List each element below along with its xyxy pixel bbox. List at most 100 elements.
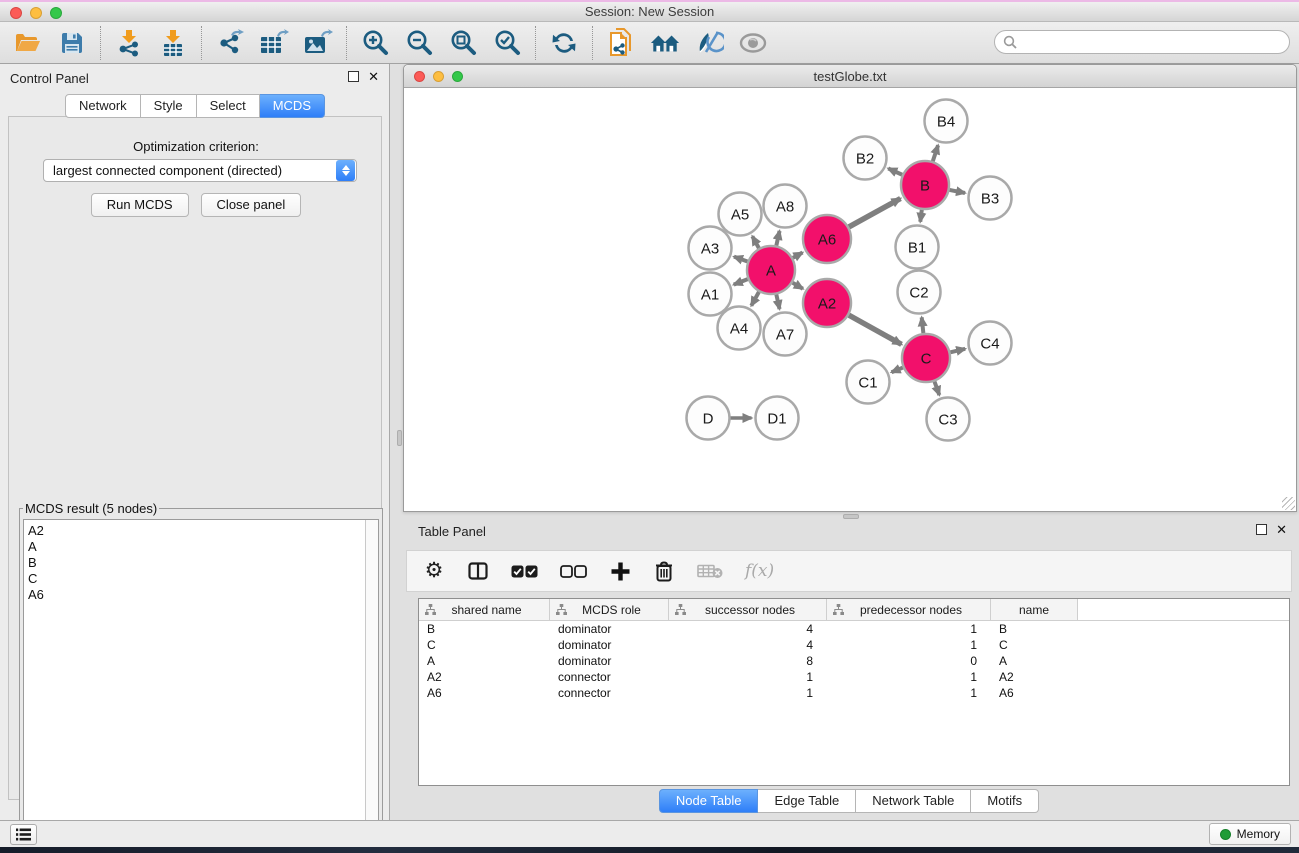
edge-B-B1[interactable]	[920, 210, 922, 222]
maximize-window-button[interactable]	[50, 7, 62, 19]
tab-motifs[interactable]: Motifs	[971, 789, 1039, 813]
graph-node-C4[interactable]: C4	[969, 322, 1012, 365]
graph-node-A5[interactable]: A5	[719, 193, 762, 236]
node-table[interactable]: shared nameMCDS rolesuccessor nodesprede…	[418, 598, 1290, 786]
import-table-icon[interactable]	[158, 28, 188, 58]
table-cell[interactable]: A6	[991, 686, 1078, 700]
network-canvas[interactable]: B4B2BB3A8A5A6A3B1AA1C2A2A4A7C4CC1DD1C3	[404, 88, 1296, 511]
optimization-criterion-select[interactable]: largest connected component (directed)	[43, 159, 357, 182]
refresh-icon[interactable]	[549, 28, 579, 58]
graph-node-C2[interactable]: C2	[898, 271, 941, 314]
table-cell[interactable]: C	[991, 638, 1078, 652]
column-header-mcds-role[interactable]: MCDS role	[550, 599, 669, 620]
graph-node-A1[interactable]: A1	[689, 273, 732, 316]
column-header-shared-name[interactable]: shared name	[419, 599, 550, 620]
table-cell[interactable]: 4	[669, 638, 827, 652]
edge-A-A3[interactable]	[734, 257, 747, 262]
function-builder-icon[interactable]: f(x)	[745, 558, 774, 584]
mcds-result-list[interactable]: A2ABCA6	[24, 520, 365, 846]
open-file-icon[interactable]	[13, 28, 43, 58]
edge-C-C3[interactable]	[934, 382, 939, 395]
tab-network-table[interactable]: Network Table	[856, 789, 971, 813]
edge-B-B2[interactable]	[888, 168, 902, 174]
table-cell[interactable]: 8	[669, 654, 827, 668]
close-table-panel-icon[interactable]: ✕	[1276, 524, 1287, 535]
edge-A-A1[interactable]	[734, 279, 748, 285]
edge-B-B3[interactable]	[950, 190, 965, 193]
export-image-icon[interactable]	[303, 28, 333, 58]
table-cell[interactable]: 1	[827, 638, 991, 652]
export-network-icon[interactable]	[215, 28, 245, 58]
mcds-result-item[interactable]: A6	[28, 587, 365, 603]
table-row[interactable]: A2connector11A2	[419, 669, 1289, 685]
run-mcds-button[interactable]: Run MCDS	[91, 193, 189, 217]
graph-node-B[interactable]: B	[901, 161, 949, 209]
table-cell[interactable]: B	[991, 622, 1078, 636]
tab-mcds[interactable]: MCDS	[260, 94, 325, 118]
graph-node-A6[interactable]: A6	[803, 215, 851, 263]
network-close-button[interactable]	[414, 71, 425, 82]
select-all-icon[interactable]	[511, 558, 538, 584]
table-row[interactable]: Bdominator41B	[419, 621, 1289, 637]
graph-node-C[interactable]: C	[902, 334, 950, 382]
table-cell[interactable]: 1	[669, 670, 827, 684]
table-cell[interactable]: 1	[827, 670, 991, 684]
graph-node-A8[interactable]: A8	[764, 185, 807, 228]
window-resize-grip[interactable]	[1282, 497, 1295, 510]
table-cell[interactable]: 4	[669, 622, 827, 636]
table-cell[interactable]: B	[419, 622, 550, 636]
show-details-icon[interactable]	[738, 28, 768, 58]
graph-node-B1[interactable]: B1	[896, 226, 939, 269]
zoom-out-icon[interactable]	[404, 28, 434, 58]
graph-node-A[interactable]: A	[747, 246, 795, 294]
edge-A6-B[interactable]	[849, 199, 901, 227]
table-cell[interactable]: C	[419, 638, 550, 652]
table-row[interactable]: Adominator80A	[419, 653, 1289, 669]
mcds-result-item[interactable]: A	[28, 539, 365, 555]
float-panel-icon[interactable]	[348, 71, 359, 82]
table-cell[interactable]: connector	[550, 686, 669, 700]
close-window-button[interactable]	[10, 7, 22, 19]
show-columns-icon[interactable]	[467, 558, 489, 584]
edge-C-C4[interactable]	[950, 349, 965, 352]
close-panel-icon[interactable]: ✕	[368, 71, 379, 82]
graph-node-A2[interactable]: A2	[803, 279, 851, 327]
graph-node-B3[interactable]: B3	[969, 177, 1012, 220]
home-icon[interactable]	[650, 28, 680, 58]
edge-C-C2[interactable]	[922, 317, 924, 333]
graph-node-D1[interactable]: D1	[756, 397, 799, 440]
edge-A2-C[interactable]	[849, 315, 902, 344]
vertical-scroll-thumb[interactable]	[397, 430, 402, 446]
search-field[interactable]	[994, 30, 1290, 54]
zoom-fit-icon[interactable]	[448, 28, 478, 58]
edge-A-A8[interactable]	[776, 231, 779, 246]
graph-node-B4[interactable]: B4	[925, 100, 968, 143]
graph-node-A4[interactable]: A4	[718, 307, 761, 350]
table-row[interactable]: Cdominator41C	[419, 637, 1289, 653]
tab-style[interactable]: Style	[141, 94, 197, 118]
mcds-result-item[interactable]: A2	[28, 523, 365, 539]
edge-A-A4[interactable]	[751, 292, 759, 306]
column-header-predecessor-nodes[interactable]: predecessor nodes	[827, 599, 991, 620]
zoom-selected-icon[interactable]	[492, 28, 522, 58]
mcds-result-item[interactable]: B	[28, 555, 365, 571]
table-cell[interactable]: dominator	[550, 654, 669, 668]
delete-column-trash-icon[interactable]	[653, 558, 675, 584]
table-cell[interactable]: A2	[419, 670, 550, 684]
mcds-result-item[interactable]: C	[28, 571, 365, 587]
table-cell[interactable]: 1	[827, 622, 991, 636]
hide-details-icon[interactable]	[694, 28, 724, 58]
graph-node-A7[interactable]: A7	[764, 313, 807, 356]
export-table-icon[interactable]	[259, 28, 289, 58]
table-cell[interactable]: A	[991, 654, 1078, 668]
table-cell[interactable]: A2	[991, 670, 1078, 684]
tab-node-table[interactable]: Node Table	[659, 789, 759, 813]
network-graph[interactable]: B4B2BB3A8A5A6A3B1AA1C2A2A4A7C4CC1DD1C3	[404, 88, 1296, 511]
table-cell[interactable]: 0	[827, 654, 991, 668]
import-network-icon[interactable]	[114, 28, 144, 58]
tab-network[interactable]: Network	[65, 94, 141, 118]
delete-table-icon[interactable]	[697, 558, 723, 584]
graph-node-C1[interactable]: C1	[847, 361, 890, 404]
add-column-icon[interactable]	[609, 558, 631, 584]
network-maximize-button[interactable]	[452, 71, 463, 82]
